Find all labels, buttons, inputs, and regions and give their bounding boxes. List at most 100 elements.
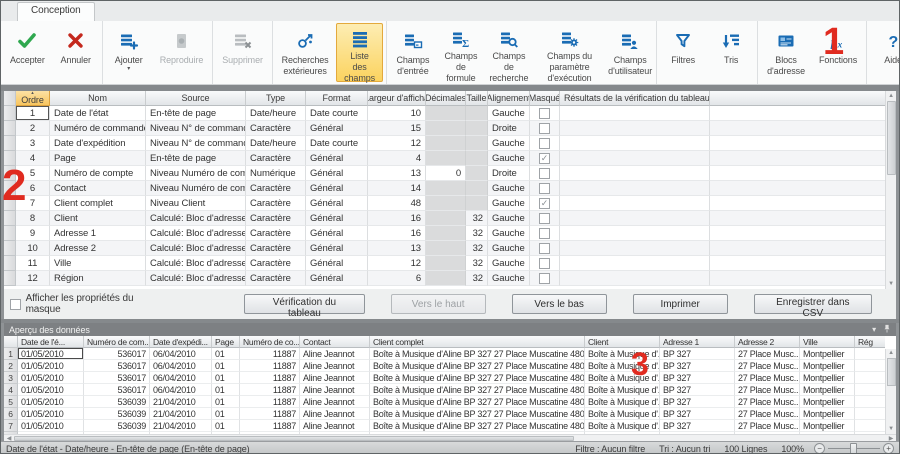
- masked-checkbox[interactable]: [539, 153, 550, 164]
- cell-ordre[interactable]: 3: [16, 136, 50, 151]
- cell-ordre[interactable]: 12: [16, 271, 50, 286]
- masked-checkbox[interactable]: [539, 228, 550, 239]
- preview-cell[interactable]: Boîte à Musique d'...: [585, 348, 660, 360]
- cell-source[interactable]: Niveau Client: [146, 196, 246, 211]
- cell-masque[interactable]: [530, 211, 560, 226]
- preview-cell[interactable]: [855, 408, 885, 420]
- chevron-down-icon[interactable]: ▾: [872, 325, 876, 335]
- preview-cell[interactable]: [855, 372, 885, 384]
- preview-cell[interactable]: BP 327: [660, 396, 735, 408]
- preview-row-number[interactable]: 1: [4, 348, 18, 360]
- preview-cell[interactable]: Aline Jeannot: [300, 408, 370, 420]
- preview-cell[interactable]: 11887: [240, 372, 300, 384]
- cell-source[interactable]: Niveau Numéro de compte: [146, 181, 246, 196]
- preview-cell[interactable]: Boîte à Musique d'Aline BP 327 27 Place …: [370, 384, 585, 396]
- cell-type[interactable]: Caractère: [246, 271, 306, 286]
- preview-cell[interactable]: 06/04/2010: [150, 384, 212, 396]
- cell-alignement[interactable]: Gauche: [488, 106, 530, 121]
- sorts-button[interactable]: Tris: [708, 23, 754, 82]
- tab-conception[interactable]: Conception: [17, 2, 95, 21]
- cell-format[interactable]: Général: [306, 271, 368, 286]
- preview-cell[interactable]: 27 Place Musc...: [735, 408, 800, 420]
- preview-cell[interactable]: [855, 360, 885, 372]
- cell-alignement[interactable]: Gauche: [488, 211, 530, 226]
- preview-cell[interactable]: BP 327: [660, 408, 735, 420]
- cell-taille[interactable]: [466, 181, 488, 196]
- preview-cell[interactable]: Boîte à Musique d'Aline BP 327 27 Place …: [370, 348, 585, 360]
- cell-format[interactable]: Date courte: [306, 136, 368, 151]
- cell-source[interactable]: Calculé: Bloc d'adresse: [146, 256, 246, 271]
- row-indicator[interactable]: [4, 226, 16, 241]
- cell-source[interactable]: Calculé: Bloc d'adresse: [146, 226, 246, 241]
- cell-resultats[interactable]: [560, 106, 710, 121]
- masked-checkbox[interactable]: [539, 138, 550, 149]
- cell-largeur[interactable]: 12: [368, 256, 426, 271]
- cell-largeur[interactable]: 4: [368, 151, 426, 166]
- preview-cell[interactable]: [855, 348, 885, 360]
- cell-alignement[interactable]: Gauche: [488, 136, 530, 151]
- scrollbar-thumb[interactable]: [14, 436, 574, 441]
- cell-masque[interactable]: [530, 196, 560, 211]
- column-header-resultats[interactable]: Résultats de la vérification du tableau: [560, 91, 710, 106]
- cell-source[interactable]: En-tête de page: [146, 106, 246, 121]
- cell-format[interactable]: Date courte: [306, 106, 368, 121]
- formula-fields-button[interactable]: ΣChamps de formule: [438, 23, 484, 82]
- cell-resultats[interactable]: [560, 181, 710, 196]
- cell-largeur[interactable]: 13: [368, 166, 426, 181]
- zoom-slider[interactable]: − +: [814, 443, 894, 454]
- preview-cell[interactable]: 536039: [84, 408, 150, 420]
- cell-decimales[interactable]: [426, 181, 466, 196]
- cell-type[interactable]: Caractère: [246, 241, 306, 256]
- preview-cell[interactable]: [855, 396, 885, 408]
- scroll-down-icon[interactable]: ▼: [888, 425, 894, 434]
- cell-taille[interactable]: 32: [466, 271, 488, 286]
- scroll-right-icon[interactable]: ▶: [886, 435, 896, 442]
- cell-alignement[interactable]: Gauche: [488, 241, 530, 256]
- cell-type[interactable]: Numérique: [246, 166, 306, 181]
- preview-cell[interactable]: Boîte à Musique d'...: [585, 396, 660, 408]
- preview-cell[interactable]: BP 327: [660, 372, 735, 384]
- masked-checkbox[interactable]: [539, 123, 550, 134]
- preview-cell[interactable]: 11887: [240, 408, 300, 420]
- cell-taille[interactable]: [466, 196, 488, 211]
- preview-column-header-1[interactable]: Date de l'é...: [18, 336, 84, 348]
- column-header-ordre[interactable]: ▴Ordre: [16, 91, 50, 106]
- preview-cell[interactable]: 01/05/2010: [18, 360, 84, 372]
- cell-ordre[interactable]: 10: [16, 241, 50, 256]
- preview-cell[interactable]: 27 Place Musc...: [735, 384, 800, 396]
- cell-source[interactable]: En-tête de page: [146, 151, 246, 166]
- cancel-button[interactable]: Annuler: [53, 23, 99, 82]
- cell-type[interactable]: Date/heure: [246, 106, 306, 121]
- move-down-button[interactable]: Vers le bas: [512, 294, 607, 314]
- preview-cell[interactable]: BP 327: [660, 384, 735, 396]
- masked-checkbox[interactable]: [539, 213, 550, 224]
- cell-format[interactable]: Général: [306, 196, 368, 211]
- cell-format[interactable]: Général: [306, 166, 368, 181]
- add-button[interactable]: Ajouter▾: [106, 23, 152, 82]
- cell-type[interactable]: Date/heure: [246, 136, 306, 151]
- preview-column-header-2[interactable]: Numéro de com...: [84, 336, 150, 348]
- cell-taille[interactable]: [466, 121, 488, 136]
- masked-checkbox[interactable]: [539, 168, 550, 179]
- row-indicator[interactable]: [4, 256, 16, 271]
- preview-row-number[interactable]: 5: [4, 396, 18, 408]
- cell-masque[interactable]: [530, 106, 560, 121]
- cell-nom[interactable]: Client: [50, 211, 146, 226]
- preview-cell[interactable]: Aline Jeannot: [300, 360, 370, 372]
- cell-masque[interactable]: [530, 256, 560, 271]
- cell-nom[interactable]: Numéro de compte: [50, 166, 146, 181]
- preview-cell[interactable]: 27 Place Musc...: [735, 360, 800, 372]
- preview-cell[interactable]: Boîte à Musique d'...: [585, 372, 660, 384]
- cell-taille[interactable]: [466, 151, 488, 166]
- cell-decimales[interactable]: [426, 211, 466, 226]
- preview-cell[interactable]: 01: [212, 384, 240, 396]
- cell-alignement[interactable]: Gauche: [488, 271, 530, 286]
- external-searches-button[interactable]: Recherches extérieures: [276, 23, 334, 82]
- cell-nom[interactable]: Date d'expédition: [50, 136, 146, 151]
- column-header-masque[interactable]: Masqué: [530, 91, 560, 106]
- preview-cell[interactable]: 11887: [240, 360, 300, 372]
- column-header-decimales[interactable]: Décimales: [426, 91, 466, 106]
- preview-cell[interactable]: Boîte à Musique d'Aline BP 327 27 Place …: [370, 408, 585, 420]
- preview-cell[interactable]: 11887: [240, 420, 300, 432]
- accept-button[interactable]: Accepter: [4, 23, 51, 82]
